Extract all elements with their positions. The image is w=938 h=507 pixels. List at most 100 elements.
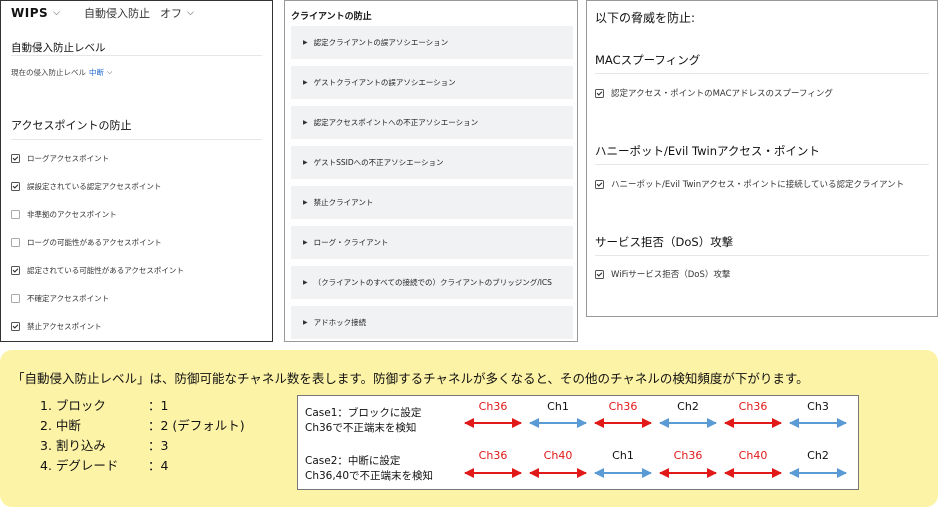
divider: [11, 139, 262, 140]
channel-label: Ch3: [807, 400, 829, 413]
threat-checkbox-row[interactable]: WiFiサービス拒否（DoS）攻撃: [595, 268, 730, 280]
level-item: 4. デグレード ：4: [40, 454, 245, 474]
caret-right-icon: ▶: [303, 159, 308, 166]
note-text: 「自動侵入防止レベル」は、防御可能なチャネル数を表します。防御するチャネルが多く…: [12, 371, 809, 386]
item-label: 禁止クライアント: [313, 198, 374, 207]
client-prevention-item[interactable]: ▶ ゲストクライアントの誤アソシエーション: [291, 66, 573, 99]
level-value: ：1: [148, 397, 169, 413]
section-heading-dos: サービス拒否（DoS）攻撃: [595, 235, 734, 249]
client-prevention-item[interactable]: ▶ 認定アクセスポイントへの不正アソシエーション: [291, 106, 573, 139]
checkbox-label: 禁止アクセスポイント: [27, 322, 102, 331]
prevention-level-label: 現在の侵入防止レベル: [11, 68, 86, 77]
channel-label: Ch2: [807, 449, 829, 462]
channel-label: Ch36: [608, 400, 638, 413]
auto-prevention-value: オフ: [160, 7, 182, 20]
checkbox[interactable]: [11, 154, 20, 163]
client-prevention-item[interactable]: ▶ アドホック接続: [291, 306, 573, 339]
panel-title: 以下の脅威を防止:: [595, 11, 696, 25]
checkbox-label: ローグアクセスポイント: [27, 154, 110, 163]
checkbox[interactable]: [595, 88, 604, 98]
client-prevention-item[interactable]: ▶ （クライアントのすべての接続での）クライアントのブリッジング/ICS: [291, 266, 573, 299]
ap-checkbox-row[interactable]: 禁止アクセスポイント: [11, 321, 102, 332]
channel-label: Ch36: [478, 400, 508, 413]
chevron-down-icon: ⌵: [187, 8, 194, 18]
prevention-level-row: 現在の侵入防止レベル 中断 ⌵: [11, 67, 112, 78]
ap-checkbox-row[interactable]: 非準拠のアクセスポイント: [11, 209, 117, 220]
ap-checkbox-row[interactable]: ローグの可能性があるアクセスポイント: [11, 237, 162, 248]
section-heading-mac-spoofing: MACスプーフィング: [595, 53, 701, 67]
prevention-level-select[interactable]: 中断: [89, 67, 104, 78]
checkbox[interactable]: [11, 322, 20, 331]
auto-prevention-label: 自動侵入防止: [84, 7, 150, 20]
caret-right-icon: ▶: [303, 39, 308, 46]
ap-checkbox-row[interactable]: 不確定アクセスポイント: [11, 293, 109, 304]
level-name: 4. デグレード: [40, 457, 119, 473]
ap-checkbox-row[interactable]: 誤設定されている認定アクセスポイント: [11, 181, 161, 192]
panel-title: クライアントの防止: [291, 12, 372, 22]
checkbox-label: 認定アクセス・ポイントのMACアドレスのスプーフィング: [611, 89, 833, 99]
chevron-down-icon[interactable]: ⌵: [107, 68, 112, 77]
checkbox-label: ハニーポット/Evil Twinアクセス・ポイントに接続している認定クライアント: [611, 180, 905, 190]
client-prevention-panel: クライアントの防止 ▶ 認定クライアントの誤アソシエーション ▶ ゲストクライアント…: [284, 0, 578, 342]
divider: [595, 73, 929, 74]
threat-checkbox-row[interactable]: 認定アクセス・ポイントのMACアドレスのスプーフィング: [595, 87, 833, 99]
channel-label: Ch36: [738, 400, 768, 413]
level-list: 1. ブロック ：1 2. 中断 ：2 (デフォルト) 3. 割り込み ：3 4…: [40, 394, 245, 474]
checkbox[interactable]: [11, 210, 20, 219]
item-label: 認定クライアントの誤アソシエーション: [313, 38, 449, 47]
caret-right-icon: ▶: [303, 239, 308, 246]
caret-right-icon: ▶: [303, 119, 308, 126]
channel-label: Ch1: [547, 400, 569, 413]
level-item: 1. ブロック ：1: [40, 394, 245, 414]
channel-case-diagram: Case1：ブロックに設定 Ch36で不正端末を検知 Case2：中断に設定 C…: [297, 395, 859, 490]
item-label: 認定アクセスポイントへの不正アソシエーション: [313, 118, 479, 127]
threat-checkbox-row[interactable]: ハニーポット/Evil Twinアクセス・ポイントに接続している認定クライアント: [595, 178, 904, 190]
channel-label: Ch1: [612, 449, 634, 462]
caret-right-icon: ▶: [303, 199, 308, 206]
checkbox[interactable]: [595, 179, 604, 189]
checkbox-label: ローグの可能性があるアクセスポイント: [27, 238, 162, 247]
client-prevention-item[interactable]: ▶ 認定クライアントの誤アソシエーション: [291, 26, 573, 59]
checkbox[interactable]: [11, 294, 20, 303]
level-name: 2. 中断: [40, 417, 81, 433]
checkbox-label: 不確定アクセスポイント: [27, 294, 110, 303]
ap-checkbox-row[interactable]: 認定されている可能性があるアクセスポイント: [11, 265, 184, 276]
item-label: ゲストSSIDへの不正アソシエーション: [313, 158, 444, 167]
checkbox[interactable]: [11, 266, 20, 275]
level-value: ：2 (デフォルト): [148, 417, 245, 433]
wips-brand: WIPS: [11, 6, 49, 20]
caret-right-icon: ▶: [303, 79, 308, 86]
checkbox[interactable]: [11, 182, 20, 191]
caret-right-icon: ▶: [303, 319, 308, 326]
item-label: ローグ・クライアント: [313, 238, 389, 247]
wips-dropdown[interactable]: WIPS ⌵: [11, 4, 60, 22]
section-title-prevention-level: 自動侵入防止レベル: [11, 42, 106, 54]
section-title-ap-prevention: アクセスポイントの防止: [11, 119, 132, 132]
checkbox[interactable]: [11, 238, 20, 247]
caret-right-icon: ▶: [303, 279, 308, 286]
checkbox-label: 認定されている可能性があるアクセスポイント: [27, 266, 184, 275]
item-label: （クライアントのすべての接続での）クライアントのブリッジング/ICS: [313, 278, 552, 287]
level-value: ：3: [148, 437, 169, 453]
client-prevention-item[interactable]: ▶ ゲストSSIDへの不正アソシエーション: [291, 146, 573, 179]
threat-prevention-panel: 以下の脅威を防止: MACスプーフィング 認定アクセス・ポイントのMACアドレス…: [586, 0, 938, 317]
channel-label: Ch40: [738, 449, 768, 462]
checkbox[interactable]: [595, 269, 604, 279]
checkbox-label: 誤設定されている認定アクセスポイント: [27, 182, 162, 191]
divider: [595, 255, 929, 256]
item-label: アドホック接続: [313, 318, 367, 327]
channel-label: Ch40: [543, 449, 573, 462]
client-prevention-item[interactable]: ▶ ローグ・クライアント: [291, 226, 573, 259]
checkbox-label: 非準拠のアクセスポイント: [27, 210, 117, 219]
level-value: ：4: [148, 457, 169, 473]
level-item: 3. 割り込み ：3: [40, 434, 245, 454]
section-heading-honeypot: ハニーポット/Evil Twinアクセス・ポイント: [595, 144, 820, 158]
auto-prevention-toggle[interactable]: 自動侵入防止 オフ ⌵: [84, 4, 194, 22]
chevron-down-icon: ⌵: [53, 8, 60, 18]
client-prevention-item[interactable]: ▶ 禁止クライアント: [291, 186, 573, 219]
channel-label: Ch2: [677, 400, 699, 413]
ap-checkbox-row[interactable]: ローグアクセスポイント: [11, 153, 109, 164]
channel-label: Ch36: [478, 449, 508, 462]
checkbox-label: WiFiサービス拒否（DoS）攻撃: [611, 270, 731, 280]
channel-label: Ch36: [673, 449, 703, 462]
